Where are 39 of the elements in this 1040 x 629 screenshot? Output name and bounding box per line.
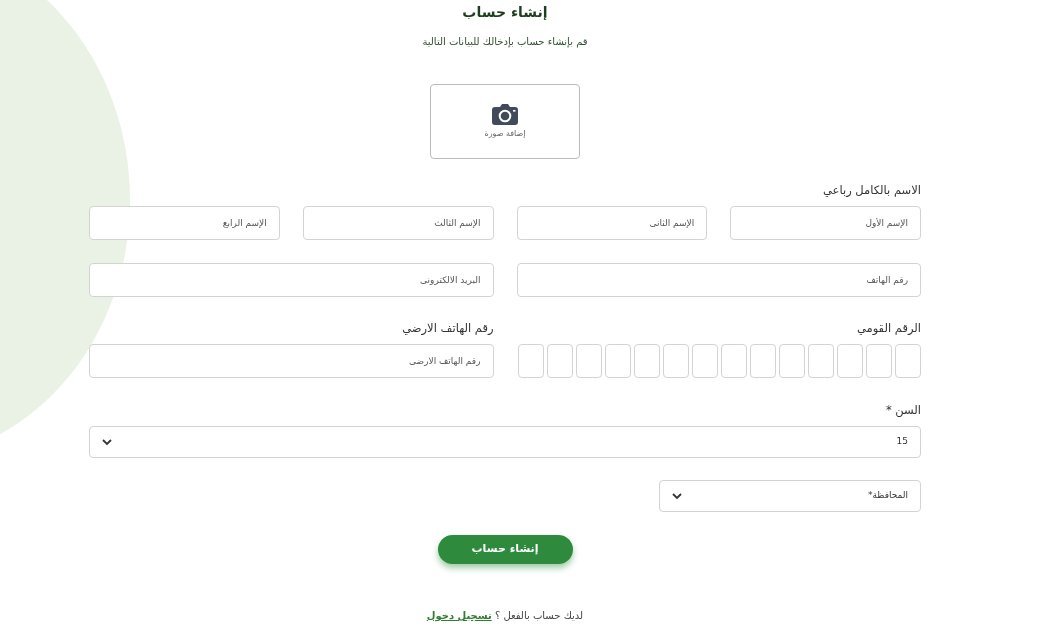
photo-label: إضافة صورة <box>484 127 526 140</box>
select-value: 15 <box>896 435 908 449</box>
digit-input-field[interactable] <box>808 344 834 378</box>
login-prompt: لديك حساب بالفعل ؟ تسجيل دخول <box>426 610 584 621</box>
camera-icon <box>492 103 518 125</box>
governorate-select[interactable]: المحافظة* <box>659 480 921 512</box>
digit-input-field[interactable] <box>634 344 660 378</box>
digit-input-field[interactable] <box>576 344 602 378</box>
create-account-button[interactable]: إنشاء حساب <box>437 535 573 564</box>
input-field[interactable]: رقم الهاتف <box>516 263 921 297</box>
input-field[interactable]: الإسم الأول <box>730 206 921 240</box>
digit-input-field[interactable] <box>866 344 892 378</box>
digit-input-field[interactable] <box>663 344 689 378</box>
digit-input-field[interactable] <box>779 344 805 378</box>
digit-input-field[interactable] <box>518 344 544 378</box>
input-field[interactable]: الإسم الثالث <box>302 206 494 240</box>
input-field[interactable]: الإسم الثانى <box>516 206 708 240</box>
login-link[interactable]: تسجيل دخول <box>426 610 492 621</box>
digit-input-field[interactable] <box>692 344 718 378</box>
digit-input-field[interactable] <box>547 344 573 378</box>
photo-upload-button[interactable]: إضافة صورة <box>430 84 580 159</box>
select-value: المحافظة* <box>868 489 908 503</box>
field-label: الرقم القومي <box>855 321 921 335</box>
digit-input-field[interactable] <box>721 344 747 378</box>
field-label: السن * <box>884 403 921 417</box>
field-label: الاسم بالكامل رباعي <box>822 183 921 197</box>
input-field[interactable]: الإسم الرابع <box>89 206 280 240</box>
digit-input-field[interactable] <box>605 344 631 378</box>
input-field[interactable]: البريد الالكترونى <box>89 263 494 297</box>
digit-input-field[interactable] <box>837 344 863 378</box>
age-select[interactable]: 15 <box>89 426 921 458</box>
field-label: رقم الهاتف الارضي <box>401 321 494 335</box>
input-field[interactable]: رقم الهاتف الارضى <box>89 344 494 378</box>
digit-input-field[interactable] <box>750 344 776 378</box>
digit-input-field[interactable] <box>895 344 921 378</box>
chevron-down-icon <box>102 438 112 446</box>
page-title: إنشاء حساب <box>462 3 548 22</box>
page-subtitle: قم بإنشاء حساب بإدخالك للبيانات التالية <box>422 35 588 49</box>
chevron-down-icon <box>672 492 682 500</box>
